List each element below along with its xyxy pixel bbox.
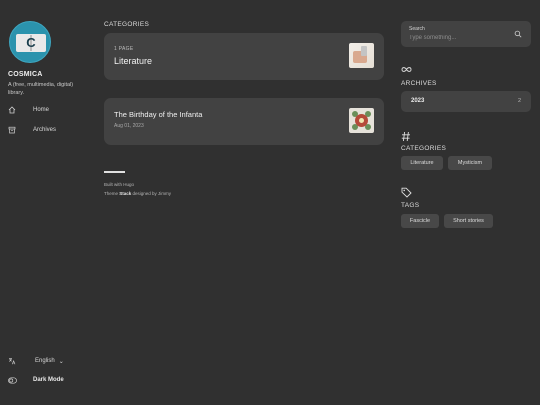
search-label: Search xyxy=(409,26,425,32)
article-title[interactable]: The Birthday of the Infanta xyxy=(114,110,202,119)
footer-theme-credit: Theme Stack designed by Jimmy xyxy=(104,191,171,196)
site-name[interactable]: COSMICA xyxy=(8,71,42,78)
section-title: CATEGORIES xyxy=(104,21,150,28)
tags-title: TAGS xyxy=(401,202,420,209)
category-card[interactable]: 1 PAGE Literature xyxy=(104,33,384,80)
language-label: English xyxy=(35,358,55,364)
menu-item-label: Archives xyxy=(33,127,57,133)
tag-chip-short-stories[interactable]: Short stories xyxy=(444,214,493,228)
menu-item-label: Home xyxy=(33,107,50,113)
archive-year: 2023 xyxy=(411,98,425,104)
search-box[interactable]: Search xyxy=(401,21,531,47)
search-icon[interactable] xyxy=(514,30,522,38)
search-input[interactable] xyxy=(409,34,509,42)
theme-suffix: designed by Jimmy xyxy=(131,191,172,196)
tag-icon xyxy=(401,187,412,198)
archive-icon xyxy=(8,126,16,134)
hash-icon xyxy=(401,131,411,142)
category-chip-mysticism[interactable]: Mysticism xyxy=(448,156,492,170)
infinity-icon xyxy=(401,66,412,73)
archives-title: ARCHIVES xyxy=(401,80,437,87)
category-chip-literature[interactable]: Literature xyxy=(401,156,443,170)
category-thumbnail[interactable] xyxy=(349,43,374,68)
category-title[interactable]: Literature xyxy=(114,56,152,66)
avatar-letter: C xyxy=(26,35,36,50)
article-thumbnail[interactable] xyxy=(349,108,374,133)
language-icon xyxy=(8,357,16,365)
article-date: Aug 01, 2023 xyxy=(114,123,144,129)
chevron-down-icon: ⌄ xyxy=(58,358,64,365)
language-selector[interactable]: English ⌄ xyxy=(8,355,64,367)
site-description: A (free, multimedia, digital) library. xyxy=(8,82,74,96)
article-card[interactable]: The Birthday of the Infanta Aug 01, 2023 xyxy=(104,98,384,145)
left-sidebar: C COSMICA A (free, multimedia, digital) … xyxy=(0,0,96,405)
toggle-icon xyxy=(8,376,17,384)
site-avatar[interactable]: C xyxy=(9,21,51,63)
home-icon xyxy=(8,106,16,114)
category-count: 1 PAGE xyxy=(114,46,134,52)
theme-link[interactable]: Stack xyxy=(119,191,131,196)
archive-count: 2 xyxy=(517,98,521,104)
menu-item-home[interactable]: Home xyxy=(8,104,49,116)
dark-mode-label: Dark Mode xyxy=(33,377,64,383)
dark-mode-toggle[interactable]: Dark Mode xyxy=(8,374,64,386)
footer-divider xyxy=(104,171,125,173)
menu-item-archives[interactable]: Archives xyxy=(8,124,56,136)
theme-prefix: Theme xyxy=(104,191,120,196)
footer-built-with[interactable]: Built with Hugo xyxy=(104,182,134,187)
book-icon: C xyxy=(16,34,46,52)
categories-title: CATEGORIES xyxy=(401,145,447,152)
archive-item-2023[interactable]: 2023 2 xyxy=(401,91,531,112)
tag-chip-fascicle[interactable]: Fascicle xyxy=(401,214,439,228)
